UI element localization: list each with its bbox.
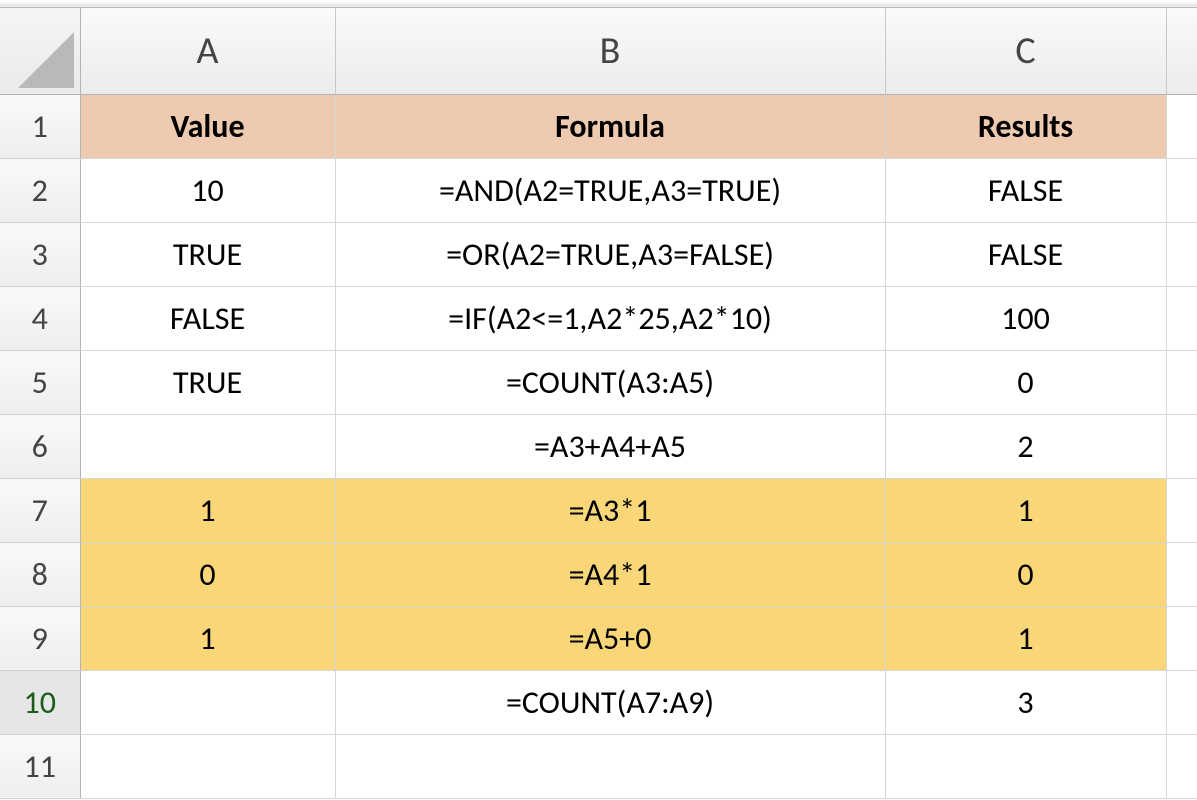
row-header-5[interactable]: 5: [0, 350, 80, 414]
cell-A1[interactable]: Value: [80, 94, 335, 158]
cell-C6[interactable]: 2: [885, 414, 1166, 478]
row-header-10[interactable]: 10: [0, 670, 80, 734]
cell-B3[interactable]: =OR(A2=TRUE,A3=FALSE): [335, 222, 885, 286]
cell-A9[interactable]: 1: [80, 606, 335, 670]
cell-B8[interactable]: =A4*1: [335, 542, 885, 606]
row-header-8[interactable]: 8: [0, 542, 80, 606]
select-all-icon: [18, 32, 74, 88]
row-2: 210=AND(A2=TRUE,A3=TRUE)FALSE: [0, 158, 1197, 222]
cell-edge-11: [1166, 734, 1197, 798]
cell-A3[interactable]: TRUE: [80, 222, 335, 286]
cell-edge-8: [1166, 542, 1197, 606]
cell-B6[interactable]: =A3+A4+A5: [335, 414, 885, 478]
row-header-6[interactable]: 6: [0, 414, 80, 478]
row-9: 91=A5+01: [0, 606, 1197, 670]
cell-edge-10: [1166, 670, 1197, 734]
cell-edge-2: [1166, 158, 1197, 222]
cell-C11[interactable]: [885, 734, 1166, 798]
cell-A6[interactable]: [80, 414, 335, 478]
row-6: 6 =A3+A4+A52: [0, 414, 1197, 478]
cell-C1[interactable]: Results: [885, 94, 1166, 158]
spreadsheet: A B C 1 Value Formula Results 210=AND(A2…: [0, 8, 1197, 799]
row-header-2[interactable]: 2: [0, 158, 80, 222]
column-header-row: A B C: [0, 8, 1197, 94]
row-header-3[interactable]: 3: [0, 222, 80, 286]
cell-A10[interactable]: [80, 670, 335, 734]
cell-A11[interactable]: [80, 734, 335, 798]
cell-B5[interactable]: =COUNT(A3:A5): [335, 350, 885, 414]
row-3: 3TRUE=OR(A2=TRUE,A3=FALSE)FALSE: [0, 222, 1197, 286]
cell-C7[interactable]: 1: [885, 478, 1166, 542]
row-1: 1 Value Formula Results: [0, 94, 1197, 158]
cell-A8[interactable]: 0: [80, 542, 335, 606]
column-header-edge: [1166, 8, 1197, 94]
cell-B7[interactable]: =A3*1: [335, 478, 885, 542]
cell-edge-7: [1166, 478, 1197, 542]
cell-B9[interactable]: =A5+0: [335, 606, 885, 670]
cell-C2[interactable]: FALSE: [885, 158, 1166, 222]
row-4: 4FALSE=IF(A2<=1,A2*25,A2*10)100: [0, 286, 1197, 350]
column-header-C[interactable]: C: [885, 8, 1166, 94]
cell-edge-6: [1166, 414, 1197, 478]
row-header-9[interactable]: 9: [0, 606, 80, 670]
cell-C10[interactable]: 3: [885, 670, 1166, 734]
row-11: 11: [0, 734, 1197, 798]
cell-edge-5: [1166, 350, 1197, 414]
cell-edge-1: [1166, 94, 1197, 158]
cell-B11[interactable]: [335, 734, 885, 798]
row-10: 10 =COUNT(A7:A9)3: [0, 670, 1197, 734]
row-8: 80=A4*10: [0, 542, 1197, 606]
row-header-11[interactable]: 11: [0, 734, 80, 798]
cell-edge-4: [1166, 286, 1197, 350]
cell-C5[interactable]: 0: [885, 350, 1166, 414]
cell-B10[interactable]: =COUNT(A7:A9): [335, 670, 885, 734]
column-header-A[interactable]: A: [80, 8, 335, 94]
cell-A2[interactable]: 10: [80, 158, 335, 222]
cell-C8[interactable]: 0: [885, 542, 1166, 606]
cell-B2[interactable]: =AND(A2=TRUE,A3=TRUE): [335, 158, 885, 222]
row-header-4[interactable]: 4: [0, 286, 80, 350]
column-header-B[interactable]: B: [335, 8, 885, 94]
cell-A7[interactable]: 1: [80, 478, 335, 542]
row-5: 5TRUE=COUNT(A3:A5)0: [0, 350, 1197, 414]
cell-C4[interactable]: 100: [885, 286, 1166, 350]
cell-A5[interactable]: TRUE: [80, 350, 335, 414]
row-header-1[interactable]: 1: [0, 94, 80, 158]
cell-C3[interactable]: FALSE: [885, 222, 1166, 286]
row-header-7[interactable]: 7: [0, 478, 80, 542]
cell-B4[interactable]: =IF(A2<=1,A2*25,A2*10): [335, 286, 885, 350]
cell-edge-9: [1166, 606, 1197, 670]
cell-C9[interactable]: 1: [885, 606, 1166, 670]
select-all-corner[interactable]: [0, 8, 80, 94]
cell-B1[interactable]: Formula: [335, 94, 885, 158]
cell-A4[interactable]: FALSE: [80, 286, 335, 350]
row-7: 71=A3*11: [0, 478, 1197, 542]
cell-edge-3: [1166, 222, 1197, 286]
